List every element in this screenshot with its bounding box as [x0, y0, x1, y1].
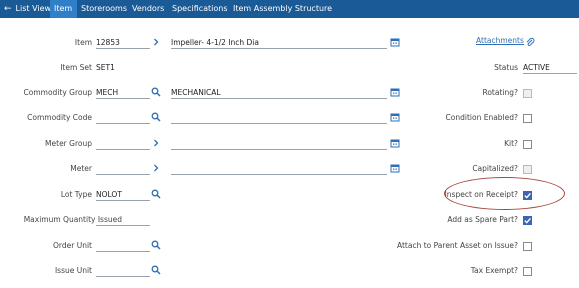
add-as-spare-part-label: Add as Spare Part?: [447, 215, 518, 224]
meter-description-underline[interactable]: [171, 174, 387, 175]
tab-specifications-label: Specifications: [172, 4, 228, 13]
tab-item-assembly-structure-label: Item Assembly Structure: [233, 4, 333, 13]
tab-item-assembly-structure[interactable]: Item Assembly Structure: [233, 0, 333, 18]
chevron-right-icon[interactable]: [151, 37, 161, 47]
meter-underline: [96, 174, 150, 175]
calendar-icon[interactable]: [390, 37, 400, 47]
search-icon[interactable]: [151, 240, 161, 250]
status-value: ACTIVE: [523, 63, 550, 72]
meter-group-label: Meter Group: [45, 139, 92, 148]
status-label: Status: [494, 63, 518, 72]
tab-storerooms[interactable]: Storerooms: [81, 0, 129, 18]
commodity-group-label: Commodity Group: [23, 88, 92, 97]
lot-type-input[interactable]: NOLOT: [96, 190, 122, 199]
tab-item[interactable]: Item: [50, 0, 77, 18]
capitalized-checkbox: [523, 165, 532, 174]
lot-type-underline: [96, 200, 150, 201]
condition-enabled-label: Condition Enabled?: [445, 113, 518, 122]
tab-vendors[interactable]: Vendors: [132, 0, 167, 18]
capitalized-label: Capitalized?: [472, 164, 518, 173]
arrow-left-icon: ←: [4, 4, 12, 14]
search-icon[interactable]: [151, 112, 161, 122]
attach-to-parent-checkbox[interactable]: [523, 242, 532, 251]
commodity-group-input[interactable]: MECH: [96, 88, 118, 97]
tab-list-view-label: List View: [15, 4, 52, 13]
calendar-icon[interactable]: [390, 163, 400, 173]
chevron-right-icon[interactable]: [151, 163, 161, 173]
max-qty-issued-underline: [96, 225, 150, 226]
commodity-group-description-underline: [171, 98, 387, 99]
commodity-code-label: Commodity Code: [27, 113, 92, 122]
checkmark-icon: [524, 217, 531, 224]
search-icon[interactable]: [151, 87, 161, 97]
attachments-link[interactable]: Attachments: [476, 36, 524, 45]
highlight-ellipse: [444, 177, 565, 210]
item-description-underline: [171, 48, 387, 49]
max-qty-issued-label: Maximum Quantity Issued: [23, 215, 122, 224]
tax-exempt-label: Tax Exempt?: [470, 266, 518, 275]
tab-specifications[interactable]: Specifications: [172, 0, 228, 18]
calendar-icon[interactable]: [390, 138, 400, 148]
status-underline: [523, 73, 577, 74]
tab-bar: ← List View Item Storerooms Vendors Speci…: [0, 0, 579, 18]
kit-label: Kit?: [504, 139, 518, 148]
item-input[interactable]: 12853: [96, 38, 120, 47]
commodity-group-description[interactable]: MECHANICAL: [171, 88, 221, 97]
chevron-right-icon[interactable]: [151, 138, 161, 148]
calendar-icon[interactable]: [390, 112, 400, 122]
meter-label: Meter: [70, 164, 92, 173]
rotating-label: Rotating?: [482, 88, 518, 97]
paperclip-icon[interactable]: [525, 37, 535, 47]
issue-unit-label: Issue Unit: [54, 266, 92, 275]
commodity-group-underline: [96, 98, 150, 99]
search-icon[interactable]: [151, 189, 161, 199]
order-unit-label: Order Unit: [53, 241, 92, 250]
lot-type-label: Lot Type: [60, 190, 92, 199]
commodity-code-description-underline[interactable]: [171, 123, 387, 124]
item-underline: [96, 48, 150, 49]
tab-vendors-label: Vendors: [132, 4, 165, 13]
calendar-icon[interactable]: [390, 87, 400, 97]
item-set-label: Item Set: [60, 63, 92, 72]
item-set-value: SET1: [96, 63, 115, 72]
tab-item-label: Item: [54, 4, 73, 13]
commodity-code-underline: [96, 123, 150, 124]
attach-to-parent-label: Attach to Parent Asset on Issue?: [396, 241, 518, 250]
meter-group-underline: [96, 149, 150, 150]
item-description-input[interactable]: Impeller- 4-1/2 Inch Dia: [171, 38, 259, 47]
kit-checkbox[interactable]: [523, 140, 532, 149]
issue-unit-underline: [96, 276, 150, 277]
meter-group-description-underline[interactable]: [171, 149, 387, 150]
tax-exempt-checkbox[interactable]: [523, 267, 532, 276]
tab-storerooms-label: Storerooms: [81, 4, 128, 13]
item-label: Item: [74, 38, 92, 47]
tab-list-view[interactable]: ← List View: [2, 0, 51, 18]
order-unit-underline: [96, 251, 150, 252]
condition-enabled-checkbox[interactable]: [523, 114, 532, 123]
search-icon[interactable]: [151, 265, 161, 275]
add-as-spare-part-checkbox[interactable]: [523, 216, 532, 225]
rotating-checkbox: [523, 89, 532, 98]
